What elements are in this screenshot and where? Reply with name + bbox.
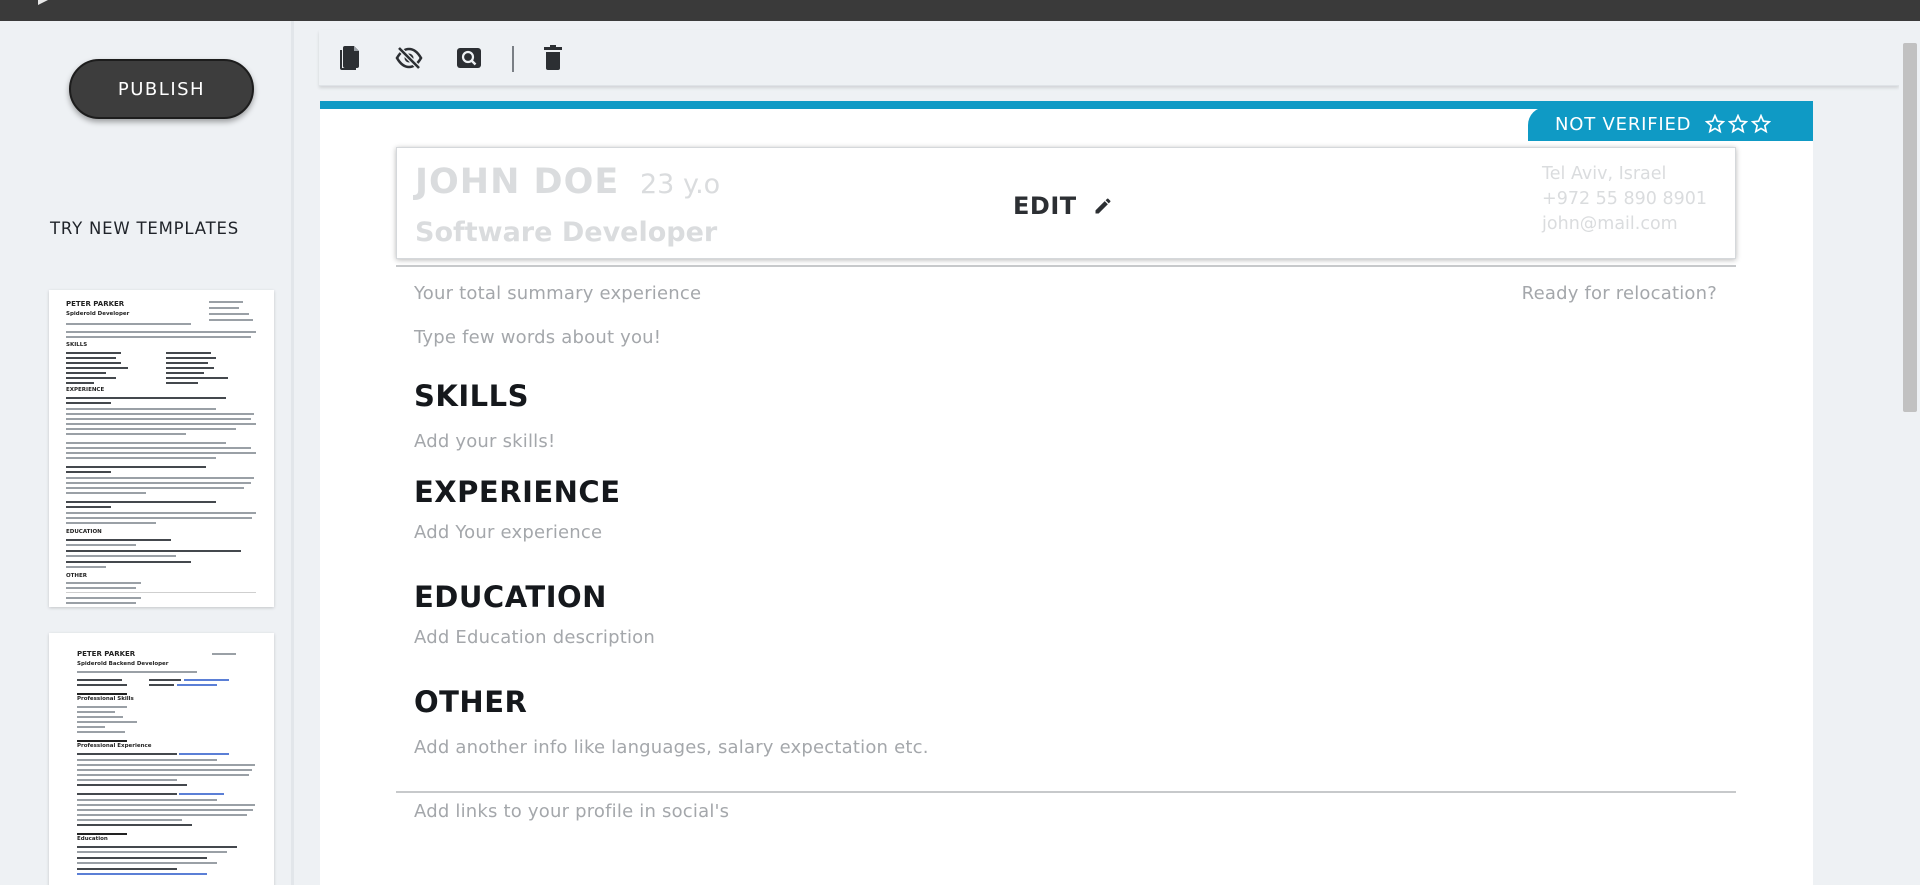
section-divider — [396, 791, 1736, 793]
template-section-heading: EXPERIENCE — [66, 387, 105, 393]
contact-block: Tel Aviv, Israel +972 55 890 8901 john@m… — [1542, 162, 1707, 237]
sidebar: PUBLISH TRY NEW TEMPLATES PETER PARKER S… — [0, 21, 294, 885]
eye-off-icon[interactable] — [395, 44, 423, 72]
contact-location: Tel Aviv, Israel — [1542, 164, 1667, 184]
topbar-corner-mark — [38, 0, 48, 5]
template-section-heading: Professional Experience — [77, 743, 152, 749]
template-section-heading: SKILLS — [66, 342, 88, 348]
star-outline-icon — [1705, 114, 1726, 134]
other-heading: OTHER — [414, 685, 528, 719]
template-section-heading: EDUCATION — [66, 529, 102, 535]
resume-toolbar — [319, 30, 1899, 86]
skills-heading: SKILLS — [414, 379, 529, 413]
copy-icon[interactable] — [335, 44, 363, 72]
education-field[interactable]: Add Education description — [414, 627, 655, 648]
rating-stars — [1705, 114, 1772, 134]
resume-header-card[interactable]: JOHN DOE 23 y.o Software Developer EDIT … — [396, 147, 1736, 259]
experience-field[interactable]: Add Your experience — [414, 522, 602, 543]
search-icon[interactable] — [455, 44, 483, 72]
contact-email: john@mail.com — [1542, 214, 1678, 234]
candidate-title: Software Developer — [415, 217, 718, 248]
star-outline-icon — [1728, 114, 1749, 134]
template-role: Spiderold Developer — [66, 311, 130, 317]
candidate-name: JOHN DOE — [415, 162, 620, 202]
publish-button[interactable]: PUBLISH — [69, 59, 254, 119]
template-name: PETER PARKER — [66, 300, 125, 308]
template-role: Spiderold Backend Developer — [77, 661, 169, 667]
templates-heading: TRY NEW TEMPLATES — [50, 219, 239, 238]
app-topbar — [0, 0, 1920, 21]
education-heading: EDUCATION — [414, 580, 607, 614]
toolbar-divider — [512, 46, 514, 72]
relocation-field[interactable]: Ready for relocation? — [1522, 283, 1717, 304]
template-section-heading: Professional Skills — [77, 696, 134, 702]
verification-badge[interactable]: NOT VERIFIED — [1528, 107, 1813, 141]
experience-heading: EXPERIENCE — [414, 475, 621, 509]
star-outline-icon — [1751, 114, 1772, 134]
pencil-icon — [1095, 198, 1111, 214]
edit-label: EDIT — [1013, 192, 1077, 220]
template-name: PETER PARKER — [77, 650, 136, 658]
candidate-age: 23 y.o — [640, 169, 721, 200]
template-thumbnail-2[interactable]: PETER PARKER Spiderold Backend Developer… — [49, 633, 274, 885]
scrollbar-thumb[interactable] — [1903, 43, 1917, 412]
verification-status: NOT VERIFIED — [1555, 113, 1692, 135]
other-field[interactable]: Add another info like languages, salary … — [414, 737, 929, 758]
social-links-field[interactable]: Add links to your profile in social's — [414, 801, 729, 822]
contact-phone: +972 55 890 8901 — [1542, 189, 1707, 209]
template-thumbnail-1[interactable]: PETER PARKER Spiderold Developer SKILLS … — [49, 290, 274, 607]
page-scrollbar[interactable] — [1899, 21, 1920, 885]
edit-header-button[interactable]: EDIT — [1013, 192, 1113, 220]
skills-field[interactable]: Add your skills! — [414, 431, 555, 452]
section-divider — [396, 265, 1736, 267]
template-section-heading: OTHER — [66, 573, 88, 579]
resume-sheet: NOT VERIFIED JOHN DOE 23 y.o Software De… — [320, 101, 1813, 885]
template-section-heading: Education — [77, 836, 108, 842]
main-area: NOT VERIFIED JOHN DOE 23 y.o Software De… — [297, 21, 1899, 885]
summary-experience-field[interactable]: Your total summary experience — [414, 283, 701, 304]
about-field[interactable]: Type few words about you! — [414, 327, 661, 348]
trash-icon[interactable] — [539, 44, 567, 72]
